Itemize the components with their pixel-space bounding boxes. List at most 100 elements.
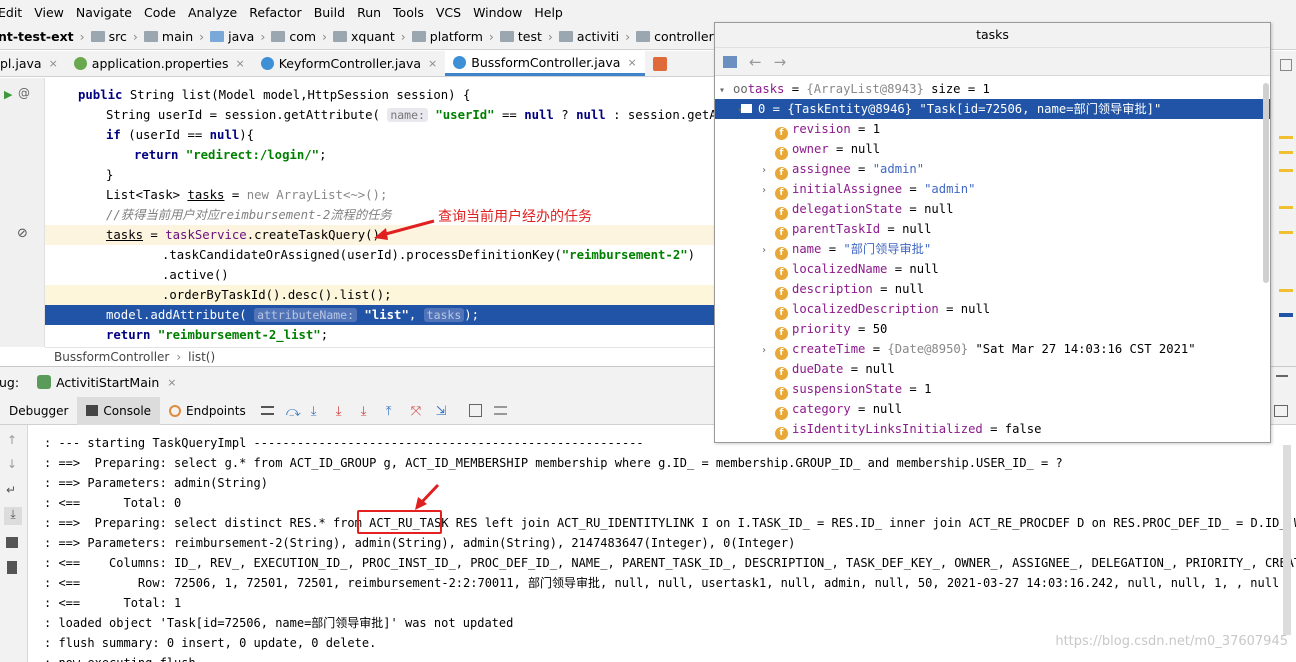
code-line[interactable]: if (userId == null){ [45,125,715,145]
code-line[interactable]: .orderByTaskId().desc().list(); [45,285,715,305]
tree-field-delegation-state[interactable]: f delegationState = null [761,199,953,220]
menu-navigate[interactable]: Navigate [70,5,138,20]
console-output[interactable]: : --- starting TaskQueryImpl -----------… [28,425,1296,662]
menu-vcs[interactable]: VCS [430,5,467,20]
code-line[interactable]: .active() [45,265,715,285]
menu-tools[interactable]: Tools [387,5,430,20]
editor-gutter[interactable]: ▶ @ ⊘ [0,78,45,347]
breadcrumb-main[interactable]: main › [143,29,204,44]
close-icon[interactable]: × [167,376,176,389]
console-scrollbar[interactable] [1283,445,1291,635]
muted-breakpoint-icon[interactable]: ⊘ [17,226,28,241]
run-gutter-icon[interactable]: ▶ [4,88,12,101]
breadcrumb-activiti[interactable]: activiti › [558,29,630,44]
tree-field-priority[interactable]: f priority = 50 [761,319,887,340]
down-arrow-icon[interactable]: ↓ [7,457,17,471]
jsp-icon[interactable] [645,51,675,76]
menu-build[interactable]: Build [308,5,351,20]
menu-view[interactable]: View [28,5,70,20]
menu-help[interactable]: Help [528,5,569,20]
tree-icon[interactable] [723,55,737,68]
popup-title[interactable]: tasks [715,23,1270,48]
scroll-to-end-icon[interactable]: ⤓ [4,507,22,525]
close-icon[interactable]: × [428,57,437,70]
trash-icon[interactable] [7,561,17,574]
up-arrow-icon[interactable]: ↑ [7,433,17,447]
menu-icon[interactable] [260,406,274,415]
tree-field-localized-name[interactable]: f localizedName = null [761,259,939,280]
tree-root-tasks[interactable]: ▾ ootasks = {ArrayList@8943} size = 1 [719,79,990,99]
chevron-down-icon[interactable]: ▾ [719,81,729,101]
code-line[interactable]: List<Task> tasks = new ArrayList<~>(); [45,185,715,205]
tree-field-name[interactable]: › f name = "部门领导审批" [761,239,931,261]
force-step-into-icon[interactable]: ⤓ [361,404,374,419]
annotation-gutter-icon[interactable]: @ [18,86,30,100]
evaluate-icon[interactable] [468,404,482,417]
close-icon[interactable]: × [49,57,58,70]
variable-inspector-popup[interactable]: tasks ← → ▾ ootasks = {ArrayList@8943} si… [714,22,1271,443]
code-line-current-execution[interactable]: model.addAttribute( attributeName: "list… [45,305,715,325]
step-over-icon[interactable]: ⤓ [311,404,324,419]
tree-item-task-entity[interactable]: ▾0 = {TaskEntity@8946} "Task[id=72506, n… [715,99,1270,119]
code-line[interactable]: public String list(Model model,HttpSessi… [45,85,715,105]
close-icon[interactable]: × [627,56,636,69]
menu-edit[interactable]: Edit [0,5,28,20]
debug-session-tab[interactable]: ActivitiStartMain × [37,375,177,390]
step-out-icon[interactable]: ⤒ [386,404,399,419]
tab-application-properties[interactable]: application.properties × [66,51,253,76]
editor-error-stripe[interactable] [1270,51,1296,366]
breadcrumb-xquant[interactable]: xquant › [333,29,406,44]
tab-debugger[interactable]: Debugger [0,397,77,425]
tree-field-description[interactable]: f description = null [761,279,924,300]
tree-field-category[interactable]: f category = null [761,399,902,420]
chevron-down-icon[interactable]: ▾ [715,101,743,121]
show-execution-point-icon[interactable]: ⤼ [286,404,301,420]
tab-keyform-controller[interactable]: KeyformController.java × [253,51,446,76]
tree-field-due-date[interactable]: f dueDate = null [761,359,895,380]
chevron-right-icon[interactable]: › [761,161,771,181]
breadcrumb-src[interactable]: src › [90,29,138,44]
back-arrow-icon[interactable]: ← [749,53,762,71]
breadcrumb-java[interactable]: java › [210,29,265,44]
tree-field-assignee[interactable]: › f assignee = "admin" [761,159,924,181]
menu-code[interactable]: Code [138,5,182,20]
breadcrumb-test[interactable]: test › [499,29,553,44]
tree-field-initial-assignee[interactable]: › f initialAssignee = "admin" [761,179,975,201]
menu-refactor[interactable]: Refactor [243,5,307,20]
settings-icon[interactable] [493,406,507,415]
tab-impl-java[interactable]: pl.java × [0,51,66,76]
breadcrumb-platform[interactable]: platform › [411,29,494,44]
menu-window[interactable]: Window [467,5,528,20]
menu-analyze[interactable]: Analyze [182,5,243,20]
tab-endpoints[interactable]: Endpoints [160,397,255,425]
chevron-right-icon[interactable]: › [761,241,771,261]
run-to-cursor-icon[interactable]: ⇲ [436,404,449,419]
tree-field-owner[interactable]: f owner = null [761,139,880,160]
code-line[interactable]: return "redirect:/login/"; [45,145,715,165]
code-editor[interactable]: ▶ @ ⊘ public String list(Model model,Htt… [0,78,715,347]
popup-scrollbar[interactable] [1263,83,1269,283]
tree-field-revision[interactable]: f revision = 1 [761,119,880,140]
step-into-icon[interactable]: ⤓ [336,404,349,419]
tab-console[interactable]: Console [77,396,161,425]
menu-run[interactable]: Run [351,5,387,20]
editor-breadcrumb-method[interactable]: list() [188,350,215,364]
layout-icon[interactable] [1274,405,1288,417]
drop-frame-icon[interactable]: ⤧ [411,404,424,419]
close-icon[interactable]: × [236,57,245,70]
code-line[interactable]: return "reimbursement-2_list"; [45,325,715,345]
code-line[interactable]: String userId = session.getAttribute( na… [45,105,715,125]
minimize-icon[interactable] [1276,375,1288,377]
chevron-right-icon[interactable]: › [761,181,771,201]
breadcrumb-com[interactable]: com › [271,29,327,44]
editor-breadcrumb-class[interactable]: BussformController [54,350,169,364]
code-line[interactable]: } [45,165,715,185]
tree-field-localized-description[interactable]: f localizedDescription = null [761,299,990,320]
tab-bussform-controller[interactable]: BussformController.java × [445,51,645,76]
window-restore-icon[interactable] [1280,59,1292,71]
code-line[interactable]: .taskCandidateOrAssigned(userId).process… [45,245,715,265]
tree-field-parent-task-id[interactable]: f parentTaskId = null [761,219,931,240]
chevron-right-icon[interactable]: › [761,341,771,361]
tree-field-suspension-state[interactable]: f suspensionState = 1 [761,379,931,400]
tree-field-is-identity-links-initialized[interactable]: f isIdentityLinksInitialized = false [761,419,1042,440]
